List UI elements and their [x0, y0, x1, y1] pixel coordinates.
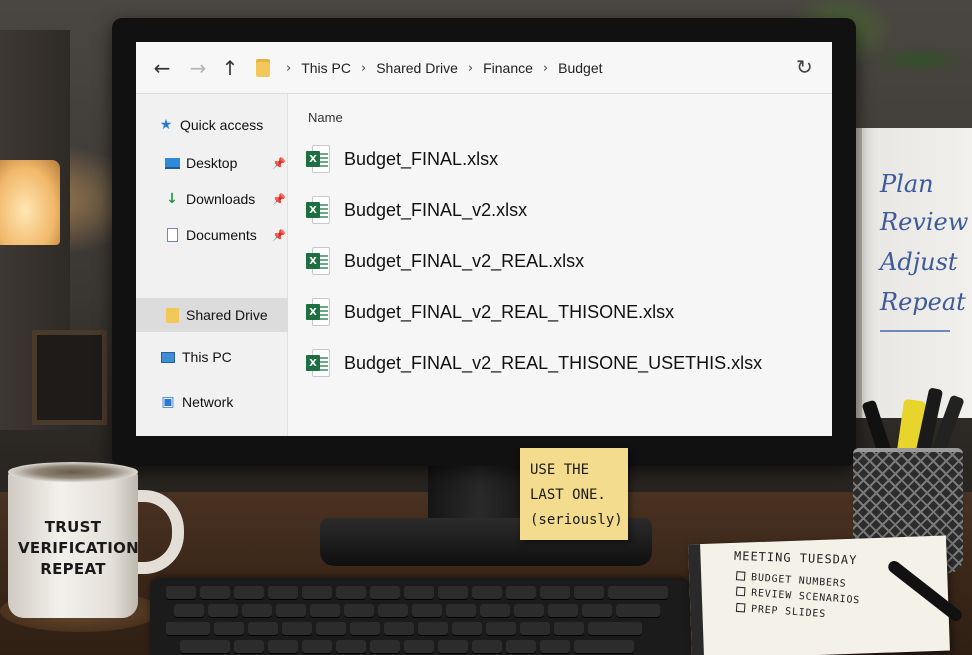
arrow-right-icon: → [189, 56, 207, 80]
arrow-up-icon: ↑ [221, 56, 239, 80]
excel-file-icon: X [306, 298, 330, 326]
chevron-right-icon: › [467, 60, 474, 76]
breadcrumb: › This PC › Shared Drive › Finance › Bud… [276, 56, 603, 80]
key-row [180, 640, 634, 654]
file-row[interactable]: X Budget_FINAL.xlsx [306, 139, 816, 179]
folder-icon [164, 307, 180, 323]
file-explorer-window: ← → ↑ › This PC › Shared Drive › Finance… [136, 42, 832, 436]
mug-text: TRUST [44, 518, 102, 536]
file-row[interactable]: X Budget_FINAL_v2_REAL_THISONE_USETHIS.x… [306, 343, 816, 383]
file-list: Name X Budget_FINAL.xlsx X Budget_FINAL_… [288, 94, 832, 436]
key-row [166, 586, 668, 600]
sticky-note-line: USE THE [530, 462, 590, 478]
whiteboard-line: Plan [880, 170, 934, 198]
pin-icon[interactable]: 📌 [272, 229, 286, 242]
file-name: Budget_FINAL_v2.xlsx [344, 199, 528, 220]
breadcrumb-budget[interactable]: Budget [558, 60, 602, 76]
folder-icon [256, 59, 270, 77]
sidebar-item-label: Shared Drive [186, 307, 268, 323]
file-row[interactable]: X Budget_FINAL_v2_REAL.xlsx [306, 241, 816, 281]
mug-rim [8, 462, 138, 482]
up-button[interactable]: ↑ [216, 54, 244, 82]
excel-file-icon: X [306, 349, 330, 377]
arrow-left-icon: ← [153, 56, 171, 80]
sidebar-item-label: This PC [182, 349, 232, 365]
excel-file-icon: X [306, 196, 330, 224]
document-icon [164, 227, 180, 243]
address-bar: ← → ↑ › This PC › Shared Drive › Finance… [136, 42, 832, 94]
breadcrumb-shared-drive[interactable]: Shared Drive [376, 60, 458, 76]
sidebar-item-label: Downloads [186, 191, 256, 207]
mug-text: VERIFICATION [18, 539, 139, 557]
mug-text: REPEAT [40, 560, 106, 578]
star-icon: ★ [159, 117, 173, 133]
picture-frame [32, 330, 107, 425]
whiteboard-line: Review [880, 208, 969, 236]
pin-icon[interactable]: 📌 [272, 157, 286, 170]
file-row[interactable]: X Budget_FINAL_v2_REAL_THISONE.xlsx [306, 292, 816, 332]
whiteboard-line: Adjust [880, 248, 958, 276]
download-icon: ↓ [166, 191, 178, 207]
file-name: Budget_FINAL_v2_REAL_THISONE_USETHIS.xls… [344, 352, 763, 373]
breadcrumb-finance[interactable]: Finance [483, 60, 533, 76]
whiteboard-underline [880, 330, 950, 332]
chevron-right-icon: › [361, 60, 367, 76]
column-header-name[interactable]: Name [308, 110, 343, 125]
file-name: Budget_FINAL_v2_REAL.xlsx [344, 250, 585, 271]
excel-file-icon: X [306, 145, 330, 173]
key-row [166, 622, 642, 636]
navigation-pane: ★ Quick access Desktop 📌 ↓ Downloads 📌 D… [136, 94, 288, 436]
back-button[interactable]: ← [148, 54, 176, 82]
network-icon: ▣ [161, 394, 175, 410]
sidebar-item-documents[interactable]: Documents 📌 [136, 218, 288, 252]
file-row[interactable]: X Budget_FINAL_v2.xlsx [306, 190, 816, 230]
sidebar-item-label: Documents [186, 227, 257, 243]
sidebar-item-shared-drive[interactable]: Shared Drive [136, 298, 288, 332]
excel-file-icon: X [306, 247, 330, 275]
breadcrumb-this-pc[interactable]: This PC [301, 60, 351, 76]
sidebar-item-desktop[interactable]: Desktop 📌 [136, 146, 288, 180]
computer-icon [160, 349, 176, 365]
forward-button[interactable]: → [184, 54, 212, 82]
file-name: Budget_FINAL.xlsx [344, 148, 499, 169]
pin-icon[interactable]: 📌 [272, 193, 286, 206]
file-name: Budget_FINAL_v2_REAL_THISONE.xlsx [344, 301, 675, 322]
whiteboard-line: Repeat [880, 288, 966, 316]
key-row [174, 604, 660, 618]
chevron-right-icon: › [286, 60, 292, 76]
sidebar-item-this-pc[interactable]: This PC [136, 340, 288, 374]
sticky-note-line: LAST ONE. [530, 487, 606, 503]
table-lamp [0, 160, 60, 245]
sidebar-item-label: Network [182, 394, 234, 410]
sticky-note: USE THE LAST ONE. (seriously) [520, 448, 628, 540]
desktop-icon [164, 155, 180, 171]
sidebar-item-network[interactable]: ▣ Network [136, 385, 288, 419]
sticky-note-line: (seriously) [530, 512, 623, 528]
refresh-icon: ↻ [796, 55, 813, 79]
sidebar-item-label: Desktop [186, 155, 238, 171]
sidebar-item-quick-access[interactable]: ★ Quick access [136, 108, 288, 142]
monitor-stand [428, 466, 532, 526]
sidebar-item-downloads[interactable]: ↓ Downloads 📌 [136, 182, 288, 216]
sidebar-item-label: Quick access [180, 117, 264, 133]
keyboard [150, 578, 690, 655]
refresh-button[interactable]: ↻ [796, 55, 813, 79]
chevron-right-icon: › [542, 60, 549, 76]
